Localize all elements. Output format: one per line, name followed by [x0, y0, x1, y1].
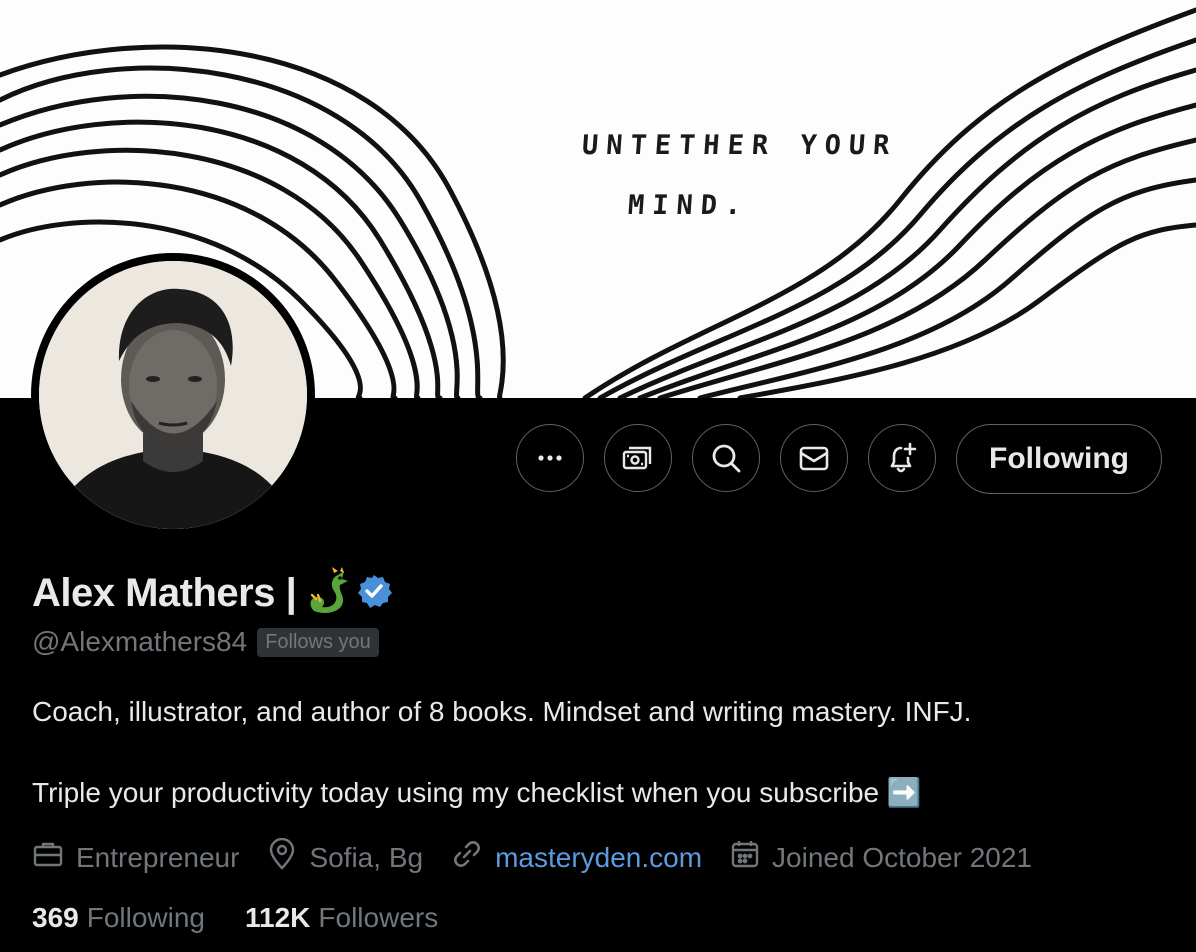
banner-text-line1: UNTETHER YOUR: [580, 130, 899, 161]
subscriptions-icon: [620, 440, 656, 476]
follow-stats-row: 369 Following 112K Followers: [32, 902, 478, 934]
bio-line-1: Coach, illustrator, and author of 8 book…: [32, 696, 972, 727]
notifications-button[interactable]: [868, 424, 936, 492]
bio-line-2: Triple your productivity today using my …: [32, 777, 922, 808]
display-name: Alex Mathers |: [32, 570, 297, 615]
followers-stat-link[interactable]: 112K Followers: [245, 902, 438, 934]
following-button[interactable]: Following: [956, 424, 1162, 494]
followers-stat-label: Followers: [318, 902, 439, 933]
followers-count: 112K: [245, 902, 311, 933]
calendar-icon: [730, 839, 772, 876]
category-label: Entrepreneur: [76, 841, 240, 873]
link-icon: [451, 838, 495, 877]
profile-name-row: Alex Mathers |: [32, 565, 393, 621]
subscriptions-button[interactable]: [604, 424, 672, 492]
meta-joined: Joined October 2021: [730, 839, 1032, 876]
meta-website: masteryden.com: [451, 838, 702, 877]
profile-handle: @Alexmathers84: [32, 626, 248, 657]
following-stat-label: Following: [86, 902, 205, 933]
location-label: Sofia, Bg: [309, 841, 424, 873]
avatar-photo: [39, 261, 307, 529]
more-options-button[interactable]: [516, 424, 584, 492]
search-icon: [709, 441, 743, 475]
profile-meta-row: Entrepreneur Sofia, Bg masteryden.com Jo…: [32, 837, 1060, 877]
briefcase-icon: [32, 838, 76, 877]
meta-category: Entrepreneur: [32, 838, 239, 877]
following-count: 369: [32, 902, 79, 933]
handle-row: @Alexmathers84 Follows you: [32, 624, 379, 660]
dragon-emoji-icon: [304, 566, 350, 620]
profile-page: UNTETHER YOUR MIND. Following Alex Mathe…: [0, 0, 1196, 952]
bell-plus-icon: [884, 440, 920, 476]
website-link[interactable]: masteryden.com: [495, 842, 702, 874]
follows-you-badge: Follows you: [257, 627, 379, 657]
joined-label: Joined October 2021: [772, 841, 1033, 873]
location-pin-icon: [267, 837, 309, 877]
search-profile-button[interactable]: [692, 424, 760, 492]
message-button[interactable]: [780, 424, 848, 492]
banner-text-line2: MIND.: [626, 190, 751, 221]
envelope-icon: [797, 441, 831, 475]
profile-avatar[interactable]: [31, 253, 315, 537]
more-horizontal-icon: [534, 442, 566, 474]
meta-location: Sofia, Bg: [267, 837, 424, 877]
following-stat-link[interactable]: 369 Following: [32, 902, 205, 934]
verified-badge-icon[interactable]: [356, 573, 393, 614]
